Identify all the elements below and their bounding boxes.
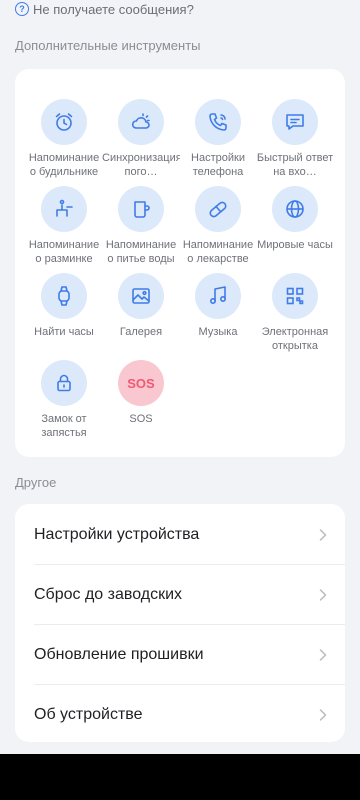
tool-label: Напоминание о лекарстве bbox=[182, 239, 254, 265]
system-navigation-bar bbox=[0, 754, 360, 800]
tool-sos[interactable]: SOS SOS bbox=[102, 360, 180, 427]
tool-label: Настройки телефона bbox=[191, 152, 245, 178]
music-note-icon bbox=[195, 273, 241, 319]
chevron-right-icon bbox=[319, 649, 327, 661]
firmware-update-item[interactable]: Обновление прошивки bbox=[15, 625, 345, 685]
tool-wrist-lock[interactable]: Замок от запястья bbox=[25, 360, 103, 440]
tool-world-clock[interactable]: Мировые часы bbox=[256, 186, 334, 253]
question-circle-icon: ? bbox=[15, 2, 29, 16]
tool-label: Напоминание о будильнике bbox=[28, 152, 100, 178]
tools-card: Напоминание о будильнике Синхронизация п… bbox=[15, 69, 345, 457]
tool-medicine-reminder[interactable]: Напоминание о лекарстве bbox=[179, 186, 257, 266]
factory-reset-item[interactable]: Сброс до заводских bbox=[15, 565, 345, 625]
tool-label: Замок от запястья bbox=[41, 413, 87, 439]
tool-label: Электронная открытка bbox=[261, 326, 329, 352]
tool-label: Музыка bbox=[198, 326, 238, 338]
tool-warmup-reminder[interactable]: Напоминание о разминке bbox=[25, 186, 103, 266]
tool-phone-settings[interactable]: Настройки телефона bbox=[179, 99, 257, 179]
tool-label: Напоминание о разминке bbox=[28, 239, 100, 265]
sitting-person-icon bbox=[41, 186, 87, 232]
tool-label: Быстрый ответ на вхо… bbox=[256, 152, 334, 178]
list-item-label: Обновление прошивки bbox=[34, 646, 204, 663]
chevron-right-icon bbox=[319, 589, 327, 601]
list-item-label: Настройки устройства bbox=[34, 526, 200, 543]
pill-icon bbox=[195, 186, 241, 232]
tool-weather-sync[interactable]: Синхронизация пого… bbox=[102, 99, 180, 179]
tool-label: Мировые часы bbox=[257, 239, 333, 251]
image-icon bbox=[118, 273, 164, 319]
tool-gallery[interactable]: Галерея bbox=[102, 273, 180, 340]
tool-alarm-reminder[interactable]: Напоминание о будильнике bbox=[25, 99, 103, 179]
device-settings-item[interactable]: Настройки устройства bbox=[15, 505, 345, 565]
tool-label: Напоминание о питье воды bbox=[105, 239, 177, 265]
alarm-clock-icon bbox=[41, 99, 87, 145]
tool-label: Найти часы bbox=[34, 326, 94, 338]
tool-quick-reply[interactable]: Быстрый ответ на вхо… bbox=[256, 99, 334, 179]
about-device-item[interactable]: Об устройстве bbox=[15, 685, 345, 745]
chevron-right-icon bbox=[319, 709, 327, 721]
other-section-title: Другое bbox=[15, 475, 57, 490]
tool-music[interactable]: Музыка bbox=[179, 273, 257, 340]
tool-find-watch[interactable]: Найти часы bbox=[25, 273, 103, 340]
tool-e-card[interactable]: Электронная открытка bbox=[256, 273, 334, 353]
sos-icon-text: SOS bbox=[127, 375, 155, 391]
cup-icon bbox=[118, 186, 164, 232]
tool-label: Синхронизация пого… bbox=[102, 152, 180, 178]
sos-icon: SOS bbox=[118, 360, 164, 406]
tool-water-reminder[interactable]: Напоминание о питье воды bbox=[102, 186, 180, 266]
other-card: Настройки устройства Сброс до заводских … bbox=[15, 504, 345, 742]
tool-label: SOS bbox=[129, 413, 153, 425]
phone-icon bbox=[195, 99, 241, 145]
lock-icon bbox=[41, 360, 87, 406]
tool-label: Галерея bbox=[119, 326, 163, 338]
help-text: Не получаете сообщения? bbox=[33, 1, 194, 17]
globe-icon bbox=[272, 186, 318, 232]
tools-section-title: Дополнительные инструменты bbox=[15, 38, 201, 53]
list-item-label: Об устройстве bbox=[34, 706, 143, 723]
help-link[interactable]: ? Не получаете сообщения? bbox=[15, 0, 194, 18]
weather-sun-cloud-icon bbox=[118, 99, 164, 145]
chevron-right-icon bbox=[319, 529, 327, 541]
qr-code-icon bbox=[272, 273, 318, 319]
watch-icon bbox=[41, 273, 87, 319]
message-icon bbox=[272, 99, 318, 145]
list-item-label: Сброс до заводских bbox=[34, 586, 183, 603]
